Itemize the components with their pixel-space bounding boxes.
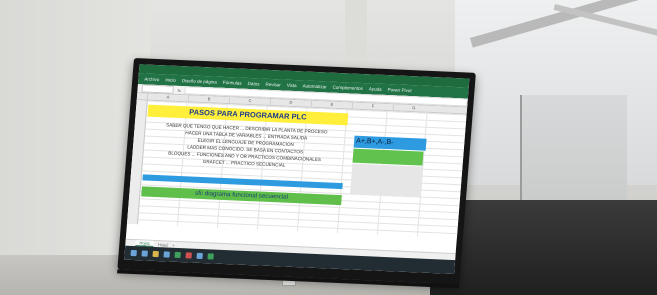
ribbon-tab-formulas[interactable]: Fórmulas [223,80,242,86]
ribbon-tab-powerpivot[interactable]: Power Pivot [387,87,411,93]
ribbon-tab-data[interactable]: Datos [247,81,259,86]
monitor-screen: Archivo Inicio Diseño de página Fórmulas… [124,64,470,275]
app-icon[interactable] [196,252,203,260]
tv-monitor: Archivo Inicio Diseño de página Fórmulas… [117,58,476,289]
edge-icon[interactable] [163,251,170,258]
gray-filled-cells[interactable] [350,163,423,197]
ribbon-tab-layout[interactable]: Diseño de página [182,78,217,85]
ribbon-tab-automate[interactable]: Automatizar [302,83,326,89]
ribbon-tab-home[interactable]: Inicio [165,77,176,82]
steps-list: SABER QUE TENGO QUE HACER ... DESCRIBIR … [144,121,347,172]
start-icon[interactable] [130,249,137,257]
app-icon[interactable] [185,252,192,259]
ribbon-tab-review[interactable]: Revisar [265,82,281,88]
select-all-corner[interactable] [137,93,147,99]
ribbon-tab-addins[interactable]: Complementos [332,85,363,91]
app-icon[interactable] [207,253,214,260]
ribbon-tab-file[interactable]: Archivo [144,76,159,82]
sfc-highlight-cell[interactable]: sfc diagrama funcional secuencial [141,186,342,206]
search-icon[interactable] [141,250,148,257]
name-box[interactable] [141,84,174,94]
worksheet-grid[interactable]: PASOS PARA PROGRAMAR PLC SABER QUE TENGO… [126,100,467,239]
excel-icon[interactable] [174,251,181,259]
ribbon-tab-help[interactable]: Ayuda [369,86,382,92]
add-sheet-icon[interactable]: + [172,242,175,247]
photo-scene: Archivo Inicio Diseño de página Fórmulas… [0,0,657,295]
fx-icon: fx [177,87,181,93]
file-explorer-icon[interactable] [152,250,159,258]
ribbon-tab-view[interactable]: Vista [287,83,297,88]
